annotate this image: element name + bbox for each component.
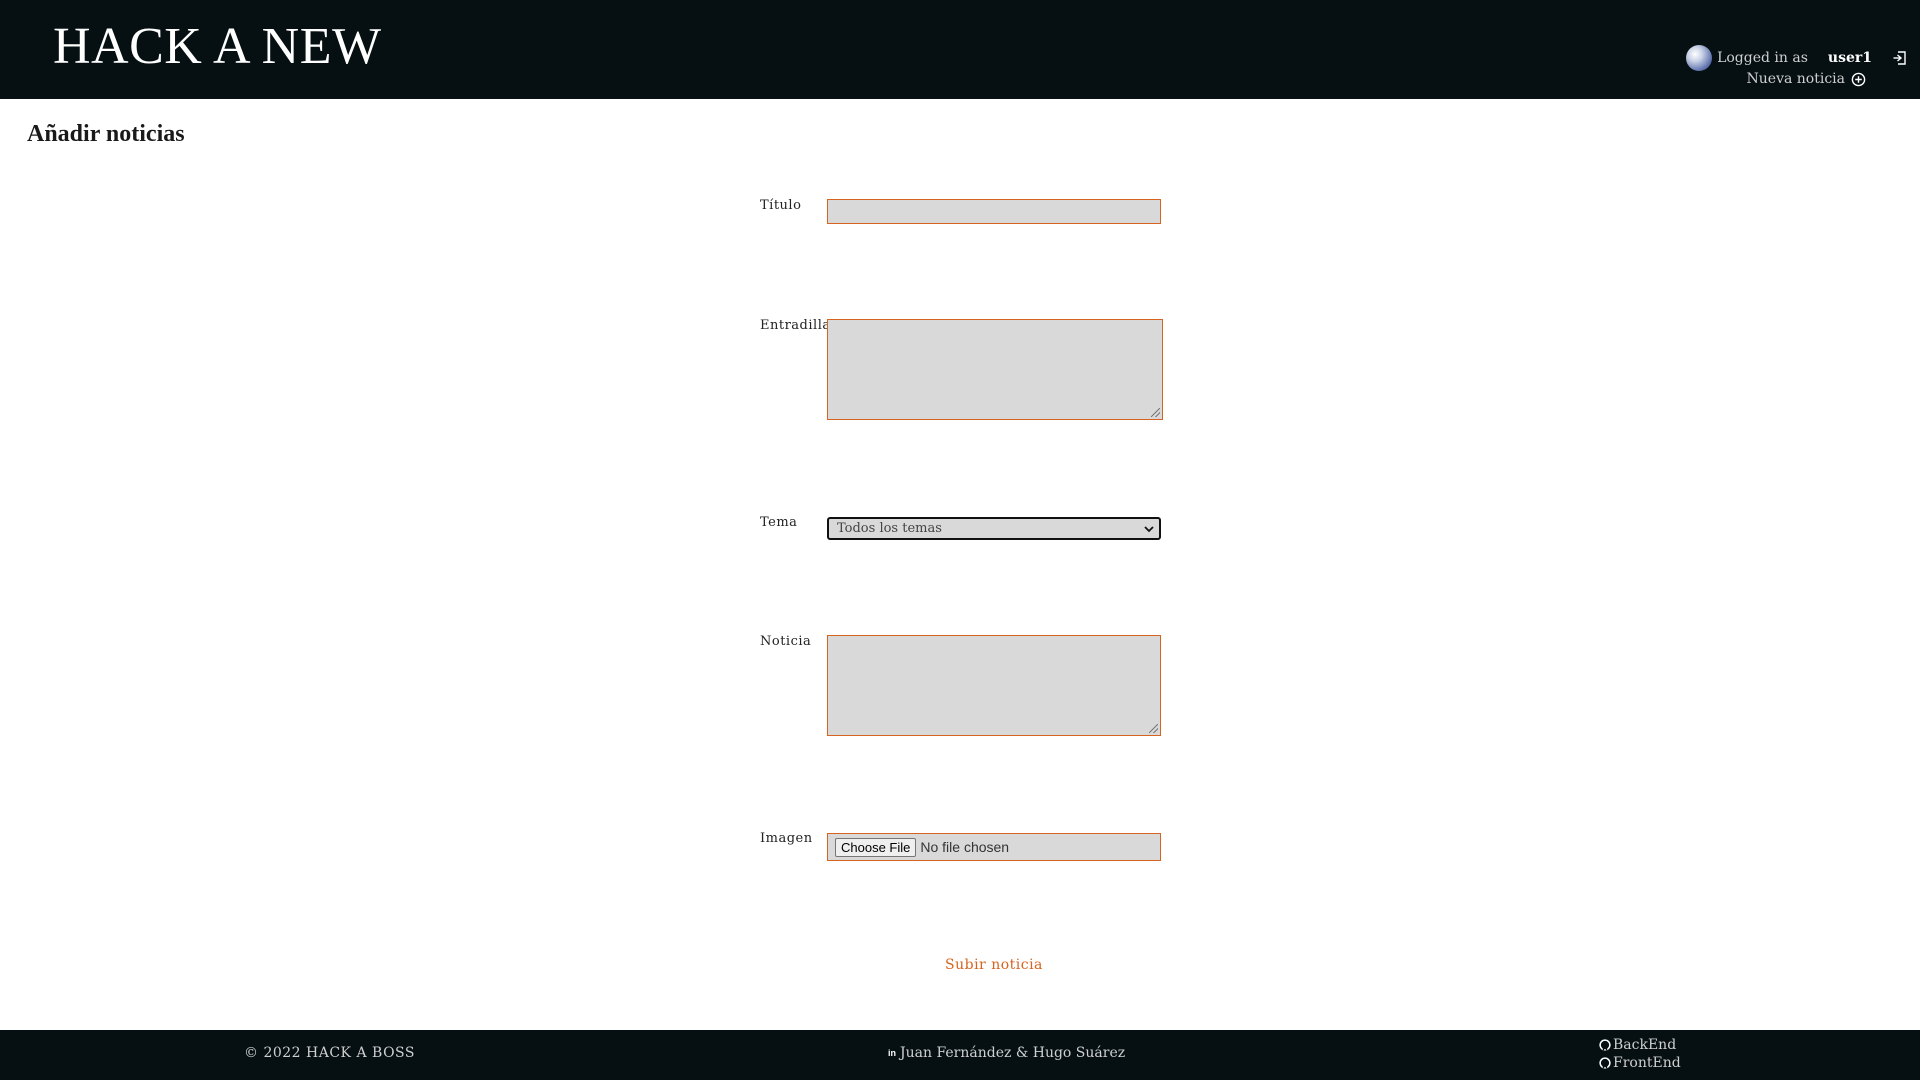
site-header: HACK A NEW Logged in as user1 Nueva noti… bbox=[0, 0, 1920, 99]
github-icon bbox=[1599, 1057, 1611, 1069]
frontend-link[interactable]: FrontEnd bbox=[1599, 1054, 1681, 1072]
frontend-link-label: FrontEnd bbox=[1613, 1055, 1681, 1071]
username[interactable]: user1 bbox=[1828, 50, 1872, 66]
page-title: Añadir noticias bbox=[27, 121, 185, 147]
topic-select[interactable]: Todos los temas bbox=[827, 517, 1161, 540]
copyright-text: © 2022 HACK A BOSS bbox=[244, 1045, 415, 1061]
image-file-input[interactable]: Choose File No file chosen bbox=[827, 833, 1161, 861]
repo-links: BackEnd FrontEnd bbox=[1599, 1036, 1681, 1072]
authors-link[interactable]: in Juan Fernández & Hugo Suárez bbox=[888, 1045, 1125, 1061]
plus-circle-icon bbox=[1851, 72, 1866, 86]
avatar[interactable] bbox=[1686, 45, 1713, 71]
user-info: Logged in as user1 bbox=[1686, 45, 1908, 71]
choose-file-button[interactable]: Choose File bbox=[835, 837, 917, 857]
chevron-down-icon bbox=[1144, 526, 1154, 533]
lead-textarea[interactable] bbox=[827, 319, 1163, 420]
authors-text: Juan Fernández & Hugo Suárez bbox=[900, 1045, 1126, 1061]
topic-label: Tema bbox=[760, 515, 798, 530]
body-label: Noticia bbox=[760, 634, 812, 649]
backend-link[interactable]: BackEnd bbox=[1599, 1036, 1681, 1054]
resize-handle[interactable] bbox=[1151, 408, 1160, 417]
linkedin-icon: in bbox=[888, 1048, 896, 1058]
site-logo[interactable]: HACK A NEW bbox=[53, 17, 382, 76]
lead-label: Entradilla bbox=[760, 318, 831, 333]
topic-selected-value: Todos los temas bbox=[837, 521, 942, 536]
submit-news-button[interactable]: Subir noticia bbox=[945, 957, 1043, 973]
resize-handle[interactable] bbox=[1149, 724, 1158, 733]
logged-in-label: Logged in as bbox=[1717, 50, 1808, 66]
logout-icon[interactable] bbox=[1892, 50, 1908, 66]
github-icon bbox=[1599, 1039, 1611, 1051]
image-label: Imagen bbox=[760, 831, 813, 846]
backend-link-label: BackEnd bbox=[1613, 1037, 1677, 1053]
body-textarea[interactable] bbox=[827, 635, 1161, 736]
title-input[interactable] bbox=[827, 199, 1161, 224]
file-status: No file chosen bbox=[920, 839, 1010, 855]
site-footer: © 2022 HACK A BOSS in Juan Fernández & H… bbox=[0, 1030, 1920, 1080]
new-news-label: Nueva noticia bbox=[1746, 71, 1845, 87]
title-label: Título bbox=[760, 198, 802, 213]
new-news-link[interactable]: Nueva noticia bbox=[1747, 71, 1866, 87]
